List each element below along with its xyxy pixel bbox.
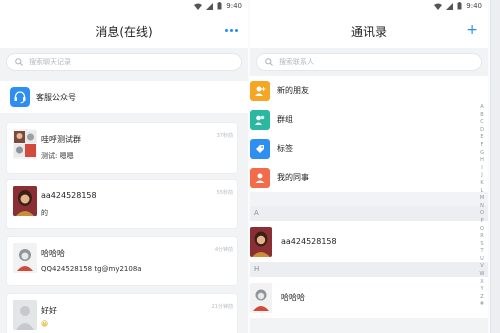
conversation-time: 4分钟前 [214, 247, 233, 253]
messages-panel: 9:40 消息(在线) 搜索聊天记录 客服公众号 哇呼测试群 测试: 嗯嗯 37… [0, 0, 248, 333]
section-header-h: H [250, 262, 488, 277]
contacts-panel: 9:40 通讯录 + 搜索联系人 新的朋友 群组 标签 我的同事 A aa424… [250, 0, 488, 333]
signal-icon [446, 2, 454, 10]
index-letter[interactable]: C [480, 119, 484, 127]
user-avatar [13, 186, 37, 216]
group-icon [250, 109, 270, 130]
conversation-time: 55秒前 [216, 190, 233, 196]
user-avatar [250, 226, 272, 257]
index-letter[interactable]: R [480, 233, 483, 241]
index-letter[interactable]: W [480, 271, 485, 279]
contact-row[interactable]: aa424528158 [250, 221, 488, 262]
contact-name: aa424528158 [281, 237, 337, 246]
search-input[interactable]: 搜索聊天记录 [6, 53, 242, 71]
index-letter[interactable]: B [480, 112, 483, 120]
index-letter[interactable]: K [480, 180, 483, 188]
index-letter[interactable]: M [480, 195, 484, 203]
headset-icon [10, 87, 30, 107]
feature-new-friends[interactable]: 新的朋友 [250, 76, 488, 105]
index-letter[interactable]: Y [480, 286, 483, 294]
conversation-title: 哇呼测试群 [41, 135, 81, 144]
user-avatar [13, 300, 37, 330]
search-input[interactable]: 搜索联系人 [256, 53, 482, 71]
signal-icon [206, 2, 214, 10]
search-placeholder: 搜索聊天记录 [29, 58, 71, 66]
contacts-header: 通讯录 + [250, 14, 488, 48]
conversation-preview: 测试: 嗯嗯 [41, 152, 74, 160]
conversation-item[interactable]: aa424528158 的 55秒前 [6, 179, 238, 229]
index-letter[interactable]: E [480, 134, 483, 142]
conversation-title: 哈哈哈 [41, 249, 65, 258]
messages-header: 消息(在线) [0, 14, 248, 48]
index-letter[interactable]: G [480, 150, 484, 158]
status-bar: 9:40 [0, 0, 248, 14]
feature-list: 新的朋友 群组 标签 我的同事 [250, 76, 488, 192]
tag-icon [250, 138, 270, 159]
feature-colleagues[interactable]: 我的同事 [250, 163, 488, 192]
index-letter[interactable]: # [480, 301, 484, 309]
index-letter[interactable]: L [481, 188, 484, 196]
feature-groups[interactable]: 群组 [250, 105, 488, 134]
status-time: 9:40 [226, 2, 242, 10]
feature-label: 标签 [277, 144, 293, 153]
conversation-preview: 的 [41, 209, 48, 217]
index-letter[interactable]: F [481, 142, 484, 150]
index-letter[interactable]: U [480, 256, 484, 264]
index-letter[interactable]: J [481, 172, 482, 180]
next-screen-edge [490, 0, 500, 333]
page-title: 消息(在线) [95, 24, 153, 39]
section-header-a: A [250, 206, 488, 221]
conversation-time: 37秒前 [216, 133, 233, 139]
add-contact-button[interactable]: + [466, 22, 478, 38]
conversation-preview: QQ424528158 tg@my2108a [41, 265, 142, 273]
index-letter[interactable]: Q [480, 226, 484, 234]
service-account-label: 客服公众号 [36, 92, 76, 102]
wifi-icon [434, 3, 443, 10]
user-avatar [250, 282, 272, 313]
conversation-time: 21分钟前 [211, 304, 233, 310]
status-bar: 9:40 [250, 0, 488, 14]
index-letter[interactable]: A [480, 104, 483, 112]
index-letter[interactable]: T [480, 248, 483, 256]
feature-label: 群组 [277, 115, 293, 124]
person-add-icon [250, 80, 270, 101]
service-account-row[interactable]: 客服公众号 [0, 81, 248, 113]
battery-icon [217, 2, 222, 10]
feature-tags[interactable]: 标签 [250, 134, 488, 163]
wifi-icon [194, 3, 203, 10]
feature-label: 我的同事 [277, 173, 309, 182]
index-letter[interactable]: H [480, 157, 484, 165]
index-letter[interactable]: D [480, 127, 484, 135]
conversation-preview: 😀 [41, 320, 49, 328]
index-letter[interactable]: S [480, 241, 483, 249]
user-avatar [13, 243, 37, 273]
index-letter[interactable]: I [481, 165, 482, 173]
index-letter[interactable]: V [480, 263, 483, 271]
search-icon [15, 58, 23, 66]
index-letter[interactable]: N [480, 203, 484, 211]
conversation-title: 好好 [41, 306, 57, 315]
index-letter[interactable]: Z [480, 294, 483, 302]
search-placeholder: 搜索联系人 [279, 58, 314, 66]
feature-label: 新的朋友 [277, 86, 309, 95]
colleague-icon [250, 167, 270, 188]
status-time: 9:40 [466, 2, 482, 10]
conversation-item[interactable]: 好好 😀 21分钟前 [6, 293, 238, 333]
contact-name: 哈哈哈 [281, 293, 305, 302]
group-avatar [13, 129, 37, 159]
conversation-title: aa424528158 [41, 191, 97, 200]
more-icon[interactable] [225, 29, 238, 32]
conversation-item[interactable]: 哇呼测试群 测试: 嗯嗯 37秒前 [6, 122, 238, 174]
search-icon [265, 58, 273, 66]
contact-row[interactable]: 哈哈哈 [250, 277, 488, 318]
battery-icon [457, 2, 462, 10]
index-letter[interactable]: O [480, 210, 484, 218]
index-letter[interactable]: X [480, 279, 483, 287]
index-letter[interactable]: P [480, 218, 483, 226]
alphabet-index[interactable]: A B C D E F G H I J K L M N O P Q R S T U V W X Y Z # [478, 104, 486, 309]
conversation-item[interactable]: 哈哈哈 QQ424528158 tg@my2108a 4分钟前 [6, 236, 238, 286]
page-title: 通讯录 [350, 24, 387, 39]
